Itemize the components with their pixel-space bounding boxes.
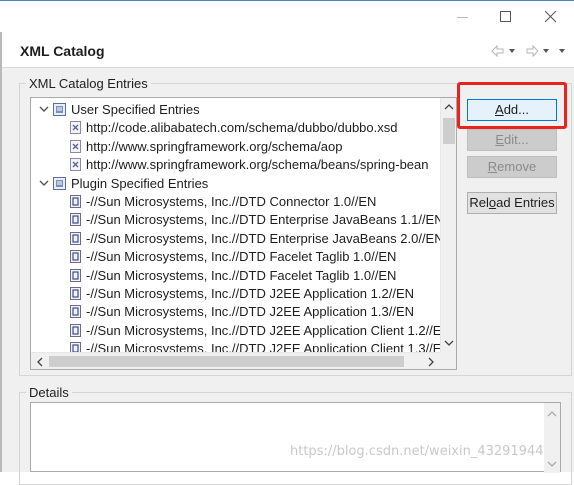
scroll-up-icon[interactable]	[444, 102, 454, 112]
xsd-file-icon	[70, 158, 81, 172]
tree-entry[interactable]: http://code.alibabatech.com/schema/dubbo…	[31, 119, 441, 137]
back-arrow-icon	[491, 44, 515, 58]
catalog-entries-legend: XML Catalog Entries	[29, 76, 148, 91]
catalog-tree[interactable]: User Specified Entries http://code.alibab…	[30, 97, 457, 370]
tree-category[interactable]: User Specified Entries	[31, 101, 441, 119]
scroll-right-icon[interactable]	[426, 357, 436, 367]
maximize-button[interactable]	[483, 1, 529, 32]
tree-entry-label: -//Sun Microsystems, Inc.//DTD Facelet T…	[86, 267, 397, 283]
watermark: https://blog.csdn.net/weixin_43291944	[290, 444, 544, 459]
scroll-down-icon[interactable]	[547, 459, 557, 469]
details-legend: Details	[29, 385, 69, 400]
details-vertical-scrollbar[interactable]	[544, 403, 560, 473]
dtd-file-icon	[70, 305, 81, 319]
tree-horizontal-scrollbar[interactable]	[31, 352, 441, 369]
dtd-file-icon	[70, 195, 81, 208]
tree-entry[interactable]: http://www.springframework.org/schema/be…	[31, 156, 441, 174]
tree-entry[interactable]: -//Sun Microsystems, Inc.//DTD Facelet T…	[31, 267, 441, 285]
tree-entry[interactable]: -//Sun Microsystems, Inc.//DTD Connector…	[31, 193, 441, 211]
vertical-scroll-thumb[interactable]	[443, 118, 455, 144]
forward-arrow-icon	[526, 44, 565, 58]
tree-entry-label: -//Sun Microsystems, Inc.//DTD J2EE Appl…	[86, 341, 441, 352]
xsd-file-icon	[70, 121, 81, 135]
tree-rows: User Specified Entries http://code.alibab…	[31, 98, 441, 352]
tree-entry-label: -//Sun Microsystems, Inc.//DTD Enterpris…	[86, 212, 441, 228]
minimize-button[interactable]	[440, 1, 486, 32]
tree-entry-label: -//Sun Microsystems, Inc.//DTD J2EE Appl…	[86, 322, 441, 338]
close-button[interactable]	[528, 1, 574, 32]
horizontal-scroll-thumb[interactable]	[49, 356, 404, 367]
chevron-down-icon[interactable]	[39, 104, 49, 114]
tree-entry-label: -//Sun Microsystems, Inc.//DTD Facelet T…	[86, 249, 397, 265]
tree-entry[interactable]: http://www.springframework.org/schema/ao…	[31, 138, 441, 156]
catalog-icon	[53, 176, 66, 190]
dtd-file-icon	[70, 231, 81, 245]
catalog-icon	[53, 103, 66, 116]
dtd-file-icon	[70, 250, 81, 264]
tree-entry-label: -//Sun Microsystems, Inc.//DTD Enterpris…	[86, 230, 441, 246]
dtd-file-icon	[70, 323, 81, 337]
tree-category[interactable]: Plugin Specified Entries	[31, 175, 441, 193]
maximize-icon	[500, 11, 511, 22]
tree-entry-label: -//Sun Microsystems, Inc.//DTD J2EE Appl…	[86, 286, 415, 301]
edit-button[interactable]: Edit...	[467, 129, 557, 151]
chevron-down-icon[interactable]	[39, 178, 49, 188]
remove-button[interactable]: Remove	[467, 156, 557, 178]
tree-category-label: Plugin Specified Entries	[71, 175, 209, 191]
dtd-file-icon	[70, 268, 81, 282]
tree-entry-label: -//Sun Microsystems, Inc.//DTD J2EE Appl…	[86, 304, 415, 320]
tree-entry[interactable]: -//Sun Microsystems, Inc.//DTD J2EE Appl…	[31, 322, 441, 340]
add-button[interactable]: Add...	[467, 99, 557, 121]
tree-entry-label: http://www.springframework.org/schema/be…	[86, 157, 429, 173]
scroll-up-icon[interactable]	[547, 409, 557, 419]
tree-entry[interactable]: -//Sun Microsystems, Inc.//DTD Enterpris…	[31, 211, 441, 229]
tree-vertical-scrollbar[interactable]	[440, 98, 456, 352]
window-title-bar	[0, 0, 574, 32]
tree-entry[interactable]: -//Sun Microsystems, Inc.//DTD Facelet T…	[31, 248, 441, 266]
tree-entry[interactable]: -//Sun Microsystems, Inc.//DTD J2EE Appl…	[31, 340, 441, 352]
reload-entries-button[interactable]: Reload Entries	[467, 192, 557, 214]
close-icon	[545, 11, 557, 23]
tree-entry[interactable]: -//Sun Microsystems, Inc.//DTD J2EE Appl…	[31, 303, 441, 321]
tree-entry[interactable]: -//Sun Microsystems, Inc.//DTD Enterpris…	[31, 230, 441, 248]
tree-category-label: User Specified Entries	[71, 102, 200, 117]
minimize-icon	[457, 17, 468, 18]
forward-button[interactable]	[526, 44, 572, 58]
scrollbar-corner	[440, 352, 456, 369]
details-text-area[interactable]	[30, 402, 561, 473]
dtd-file-icon	[70, 287, 81, 300]
scroll-left-icon[interactable]	[35, 357, 45, 367]
tree-entry-label: http://www.springframework.org/schema/ao…	[86, 138, 343, 154]
back-button[interactable]	[491, 44, 521, 58]
tree-entry[interactable]: -//Sun Microsystems, Inc.//DTD J2EE Appl…	[31, 285, 441, 303]
dtd-file-icon	[70, 342, 81, 352]
tree-entry-label: -//Sun Microsystems, Inc.//DTD Connector…	[86, 194, 377, 209]
dtd-file-icon	[70, 213, 81, 227]
scroll-down-icon[interactable]	[444, 338, 454, 348]
page-title: XML Catalog	[20, 43, 105, 59]
page-header: XML Catalog	[2, 32, 574, 68]
xsd-file-icon	[70, 139, 81, 153]
tree-entry-label: http://code.alibabatech.com/schema/dubbo…	[86, 120, 398, 136]
